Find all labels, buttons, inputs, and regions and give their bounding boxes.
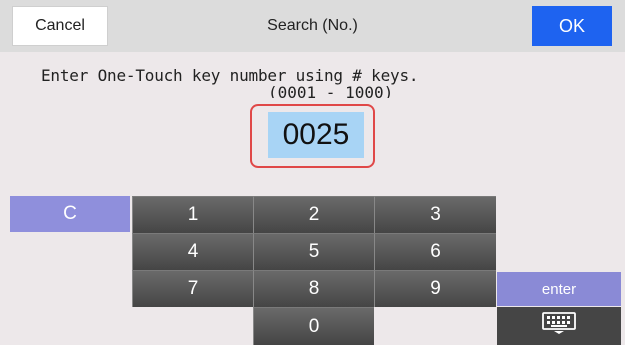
clear-key[interactable]: C <box>10 196 130 232</box>
digit-key-3[interactable]: 3 <box>374 196 496 233</box>
digit-key-0[interactable]: 0 <box>253 307 374 345</box>
digit-key-5[interactable]: 5 <box>253 233 374 270</box>
instruction-text: Enter One-Touch key number using # keys. <box>41 66 419 85</box>
digit-key-4[interactable]: 4 <box>132 233 253 270</box>
keyboard-icon <box>540 311 578 341</box>
enter-key[interactable]: enter <box>497 272 621 306</box>
page-title: Search (No.) <box>267 17 358 34</box>
cancel-button[interactable]: Cancel <box>12 6 108 46</box>
digit-key-2[interactable]: 2 <box>253 196 374 233</box>
digit-key-6[interactable]: 6 <box>374 233 496 270</box>
top-bar: Cancel Search (No.) OK <box>0 0 625 52</box>
keyboard-toggle-button[interactable] <box>497 307 621 345</box>
digit-key-8[interactable]: 8 <box>253 270 374 307</box>
number-input[interactable]: 0025 <box>268 112 364 158</box>
digit-key-7[interactable]: 7 <box>132 270 253 307</box>
digit-key-1[interactable]: 1 <box>132 196 253 233</box>
ok-button[interactable]: OK <box>532 6 612 46</box>
range-text: (0001 - 1000) <box>268 84 394 98</box>
digit-key-9[interactable]: 9 <box>374 270 496 307</box>
